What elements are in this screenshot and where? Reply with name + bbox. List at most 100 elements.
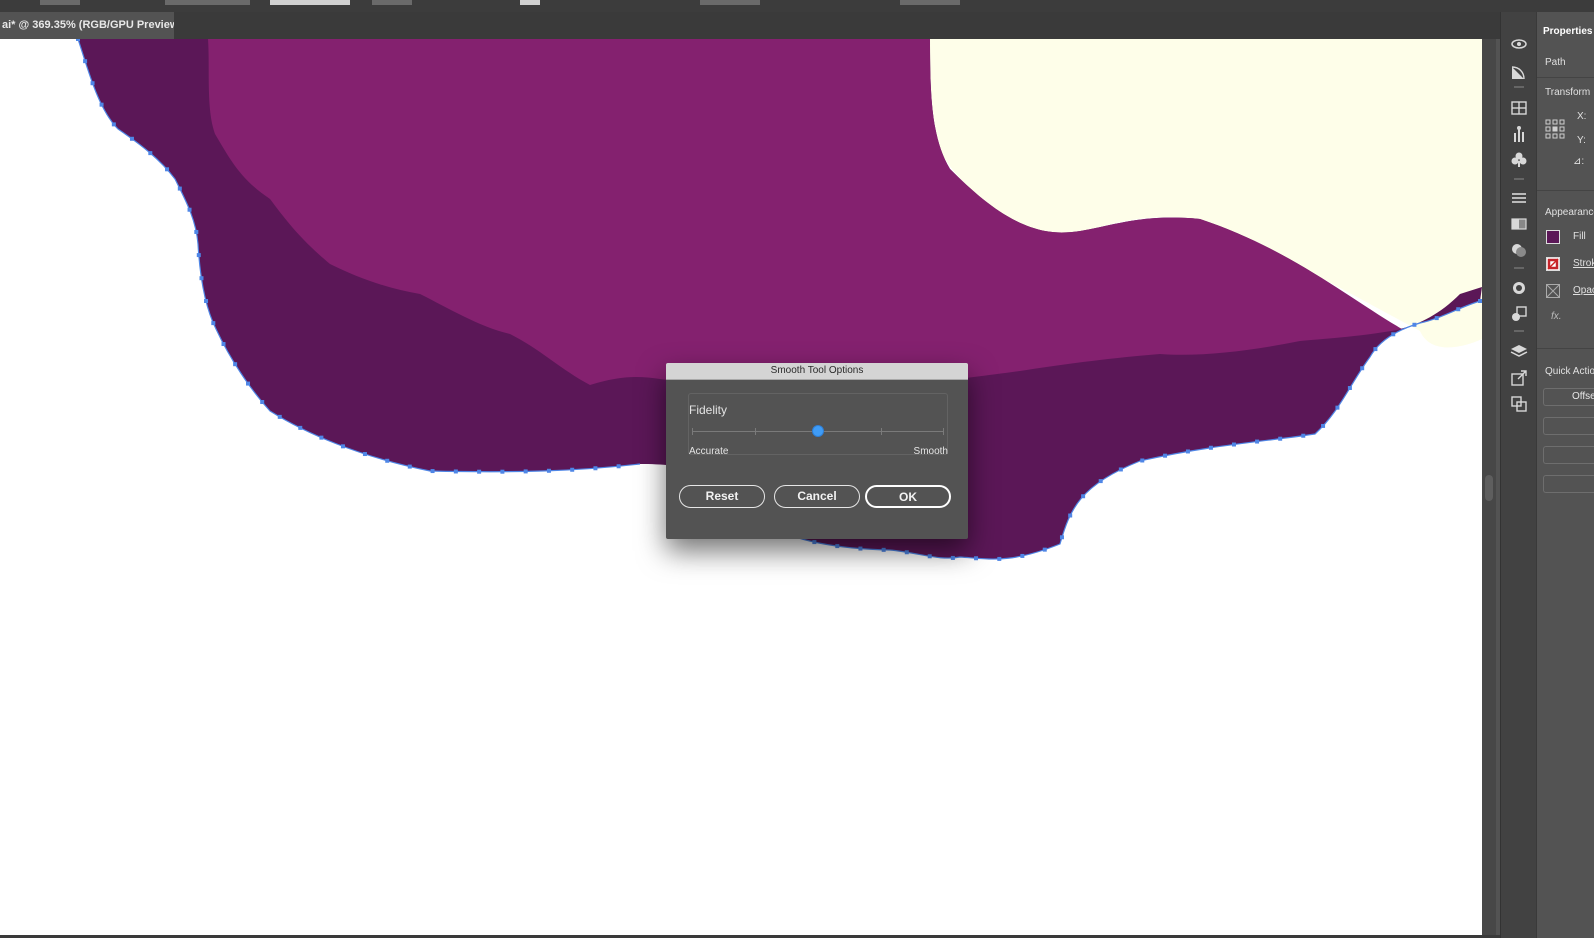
anchor-point[interactable] — [1163, 453, 1168, 458]
fill-label[interactable]: Fill — [1573, 231, 1586, 242]
anchor-point[interactable] — [204, 299, 209, 304]
anchor-point[interactable] — [196, 253, 201, 258]
anchor-point[interactable] — [319, 435, 324, 440]
anchor-point[interactable] — [974, 556, 979, 561]
anchor-point[interactable] — [99, 102, 104, 107]
reset-button[interactable]: Reset — [679, 485, 765, 508]
anchor-point[interactable] — [593, 466, 598, 471]
quick-action-button[interactable] — [1543, 417, 1594, 435]
anchor-point[interactable] — [1059, 535, 1064, 540]
reference-point-icon[interactable] — [1545, 119, 1565, 139]
symbols-icon[interactable] — [1509, 150, 1529, 170]
fill-swatch[interactable] — [1546, 230, 1560, 244]
anchor-point[interactable] — [1140, 458, 1145, 463]
anchor-point[interactable] — [1347, 385, 1352, 390]
anchor-point[interactable] — [129, 136, 134, 141]
shape-builder-icon[interactable] — [1509, 62, 1529, 82]
align-icon[interactable] — [1509, 188, 1529, 208]
control-bar-field[interactable] — [165, 0, 250, 5]
anchor-point[interactable] — [1335, 405, 1340, 410]
offset-path-button[interactable]: Offset Path — [1543, 388, 1594, 406]
quick-action-button[interactable] — [1543, 475, 1594, 493]
anchor-point[interactable] — [570, 467, 575, 472]
tab-properties[interactable]: Properties — [1537, 12, 1594, 39]
anchor-point[interactable] — [616, 464, 621, 469]
anchor-point[interactable] — [453, 469, 458, 474]
anchor-point[interactable] — [997, 556, 1002, 561]
cancel-button[interactable]: Cancel — [774, 485, 860, 508]
quick-action-button[interactable] — [1543, 446, 1594, 464]
anchor-point[interactable] — [362, 452, 367, 457]
libraries-icon[interactable] — [1509, 98, 1529, 118]
anchor-point[interactable] — [90, 81, 95, 86]
anchor-point[interactable] — [233, 362, 238, 367]
vertical-scrollbar[interactable] — [1482, 39, 1496, 935]
puppet-warp-icon[interactable] — [1509, 124, 1529, 144]
anchor-point[interactable] — [246, 381, 251, 386]
anchor-point[interactable] — [1391, 332, 1396, 337]
anchor-point[interactable] — [1185, 449, 1190, 454]
anchor-point[interactable] — [523, 469, 528, 474]
anchor-point[interactable] — [277, 414, 282, 419]
anchor-point[interactable] — [1373, 347, 1378, 352]
anchor-point[interactable] — [298, 425, 303, 430]
stroke-swatch[interactable] — [1546, 257, 1560, 271]
anchor-point[interactable] — [1255, 439, 1260, 444]
anchor-point[interactable] — [199, 276, 204, 281]
anchor-point[interactable] — [1434, 316, 1439, 321]
artboards-icon[interactable] — [1509, 394, 1529, 414]
anchor-point[interactable] — [1208, 445, 1213, 450]
fx-icon[interactable]: fx. — [1551, 311, 1562, 322]
anchor-point[interactable] — [835, 544, 840, 549]
anchor-point[interactable] — [148, 151, 153, 156]
control-bar-field[interactable] — [40, 0, 80, 5]
opacity-swatch[interactable] — [1546, 284, 1560, 298]
anchor-point[interactable] — [340, 444, 345, 449]
anchor-point[interactable] — [904, 550, 909, 555]
anchor-point[interactable] — [187, 207, 192, 212]
anchor-point[interactable] — [858, 546, 863, 551]
gradient-icon[interactable] — [1509, 214, 1529, 234]
anchor-point[interactable] — [211, 321, 216, 326]
anchor-point[interactable] — [950, 555, 955, 560]
anchor-point[interactable] — [812, 540, 817, 545]
anchor-point[interactable] — [500, 469, 505, 474]
transparency-icon[interactable] — [1509, 240, 1529, 260]
anchor-point[interactable] — [1118, 467, 1123, 472]
control-bar-field[interactable] — [900, 0, 960, 5]
scrollbar-thumb[interactable] — [1485, 475, 1493, 501]
anchor-point[interactable] — [83, 59, 88, 64]
anchor-point[interactable] — [1081, 494, 1086, 499]
anchor-point[interactable] — [1042, 547, 1047, 552]
anchor-point[interactable] — [194, 229, 199, 234]
export-icon[interactable] — [1509, 368, 1529, 388]
anchor-point[interactable] — [881, 547, 886, 552]
anchor-point[interactable] — [165, 167, 170, 172]
anchor-point[interactable] — [477, 469, 482, 474]
anchor-point[interactable] — [407, 464, 412, 469]
ok-button[interactable]: OK — [865, 485, 951, 508]
stroke-label[interactable]: Stroke — [1573, 258, 1594, 269]
appearance-icon[interactable] — [1509, 278, 1529, 298]
anchor-point[interactable] — [1456, 307, 1461, 312]
rotate-view-icon[interactable] — [1509, 34, 1529, 54]
anchor-point[interactable] — [546, 468, 551, 473]
anchor-point[interactable] — [177, 186, 182, 191]
anchor-point[interactable] — [111, 122, 116, 127]
anchor-point[interactable] — [1020, 553, 1025, 558]
anchor-point[interactable] — [260, 400, 265, 405]
anchor-point[interactable] — [1278, 436, 1283, 441]
layers-icon[interactable] — [1509, 342, 1529, 362]
anchor-point[interactable] — [1098, 479, 1103, 484]
anchor-point[interactable] — [385, 458, 390, 463]
anchor-point[interactable] — [221, 342, 226, 347]
anchor-point[interactable] — [927, 554, 932, 559]
fidelity-slider-thumb[interactable] — [812, 425, 824, 437]
anchor-point[interactable] — [1231, 442, 1236, 447]
control-bar-field[interactable] — [270, 0, 350, 5]
anchor-point[interactable] — [430, 469, 435, 474]
anchor-point[interactable] — [1360, 366, 1365, 371]
anchor-point[interactable] — [1301, 433, 1306, 438]
anchor-point[interactable] — [1412, 322, 1417, 327]
document-tab[interactable]: ai* @ 369.35% (RGB/GPU Preview) — [0, 12, 174, 39]
